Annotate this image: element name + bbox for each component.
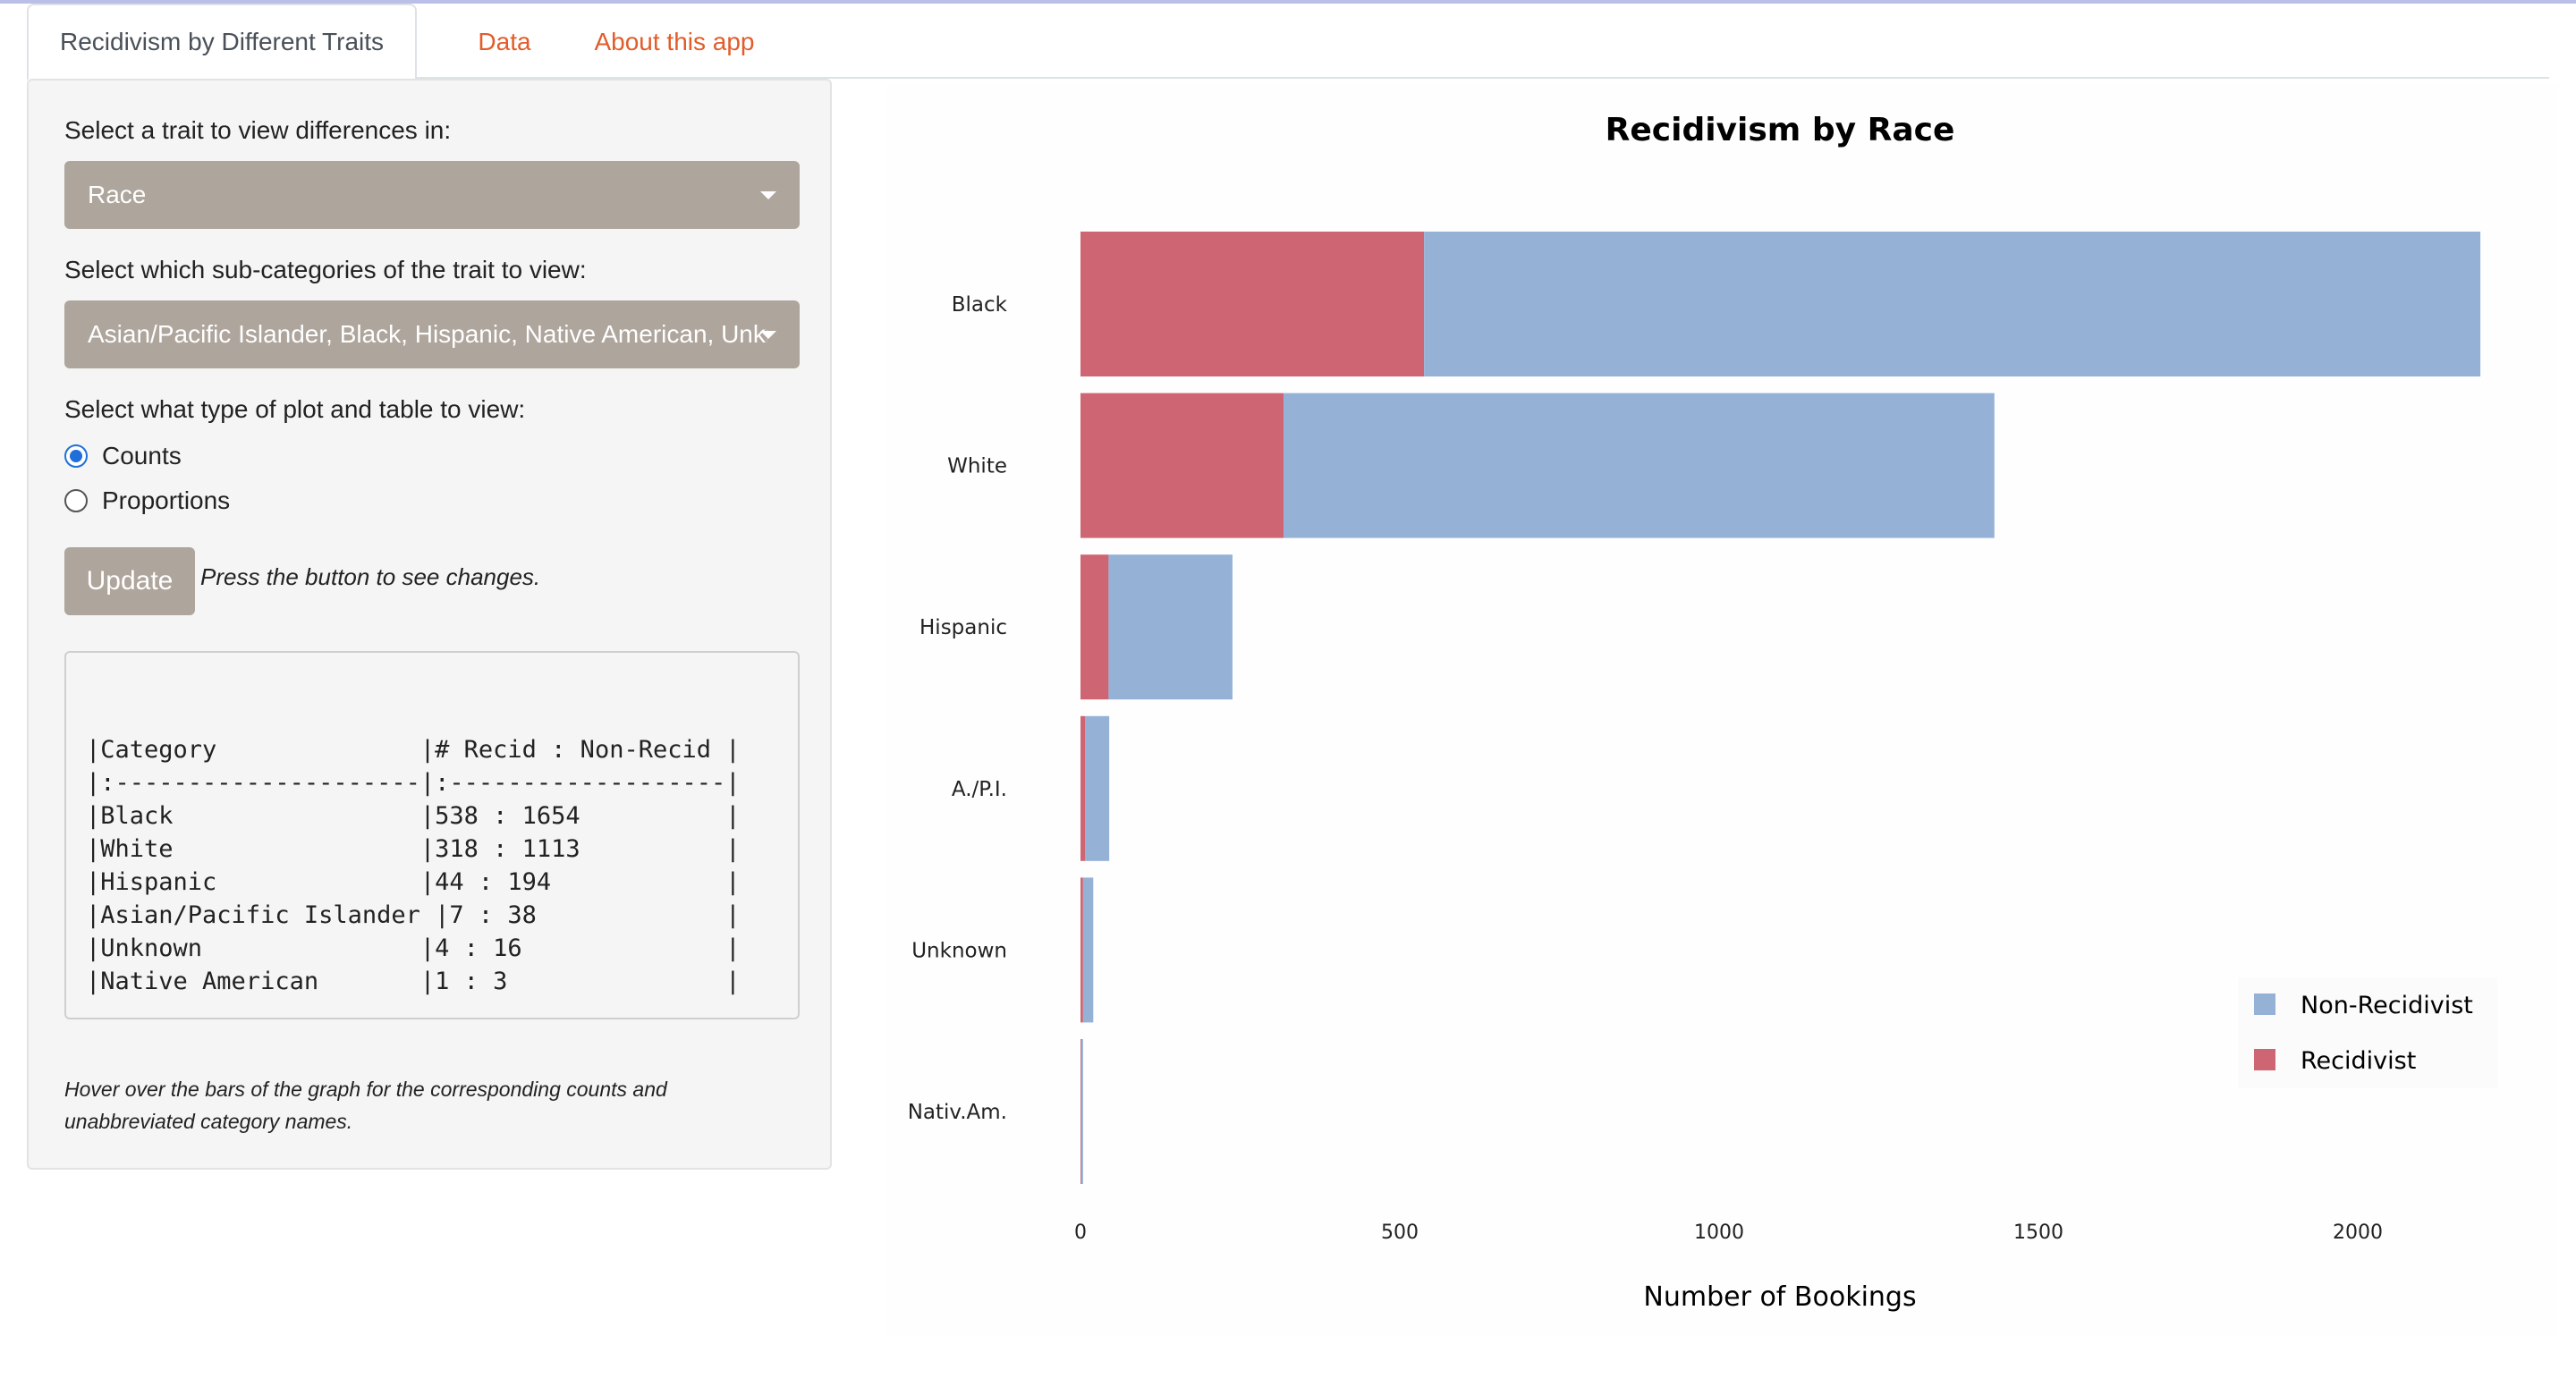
legend-label: Recidivist	[2301, 1047, 2416, 1075]
chart-area: Recidivism by Race Black White Hispanic A./…	[886, 85, 2558, 1337]
radio-proportions-label: Proportions	[102, 486, 231, 514]
x-tick-label: 1000	[1694, 1222, 1744, 1244]
x-tick-label: 1500	[2013, 1222, 2063, 1244]
y-tick-label: Unknown	[911, 939, 1007, 962]
radio-counts[interactable]: Counts	[64, 442, 182, 470]
chevron-down-icon	[760, 331, 776, 339]
sidebar-panel: Select a trait to view differences in: R…	[27, 79, 832, 1170]
legend-swatch	[2254, 1049, 2275, 1070]
legend-label: Non-Recidivist	[2301, 992, 2473, 1019]
chart-title: Recidivism by Race	[1606, 112, 1955, 148]
y-tick-label: Black	[952, 293, 1008, 317]
bar-non-recidivist-black[interactable]	[1424, 232, 2481, 376]
plot-type-label: Select what type of plot and table to vi…	[64, 395, 526, 423]
bar-non-recidivist-api[interactable]	[1084, 715, 1110, 861]
y-tick-label: White	[947, 455, 1007, 478]
radio-proportions-indicator[interactable]	[64, 489, 88, 512]
y-tick-label: Nativ.Am.	[908, 1101, 1007, 1124]
hover-note: Hover over the bars of the graph for the…	[64, 1078, 667, 1133]
summary-table: |Category |# Recid : Non-Recid | |:-----…	[64, 651, 800, 1019]
radio-proportions[interactable]: Proportions	[64, 486, 230, 515]
subcategory-select[interactable]: Asian/Pacific Islander, Black, Hispanic,…	[64, 300, 800, 368]
tab-about[interactable]: About this app	[567, 4, 782, 80]
radio-counts-label: Counts	[102, 442, 182, 469]
x-tick-label: 500	[1381, 1222, 1419, 1244]
legend-swatch	[2254, 993, 2275, 1015]
radio-counts-indicator[interactable]	[64, 444, 88, 468]
bar-non-recidivist-nativam[interactable]	[1080, 1039, 1083, 1184]
trait-select-value: Race	[88, 181, 147, 208]
bar-non-recidivist-white[interactable]	[1284, 393, 1995, 538]
plot-area: Black White Hispanic A./P.I. Unknown Nativ.Am…	[908, 232, 2497, 1244]
bar-recidivist-hispanic[interactable]	[1080, 554, 1109, 700]
bar-recidivist-unknown[interactable]	[1080, 877, 1083, 1023]
y-tick-label: A./P.I.	[952, 778, 1007, 801]
tab-data[interactable]: Data	[442, 4, 567, 80]
chevron-down-icon	[760, 191, 776, 199]
bar-chart: Recidivism by Race Black White Hispanic A./…	[908, 112, 2497, 1313]
trait-select[interactable]: Race	[64, 161, 800, 229]
subcategory-select-value: Asian/Pacific Islander, Black, Hispanic,…	[88, 320, 767, 348]
tab-recidivism-by-traits[interactable]: Recidivism by Different Traits	[27, 4, 417, 80]
bar-recidivist-api[interactable]	[1080, 715, 1085, 861]
x-tick-label: 0	[1074, 1222, 1087, 1244]
x-axis-label: Number of Bookings	[1643, 1281, 1916, 1313]
bar-non-recidivist-unknown[interactable]	[1082, 877, 1094, 1023]
y-tick-label: Hispanic	[919, 616, 1007, 639]
bar-non-recidivist-hispanic[interactable]	[1108, 554, 1233, 700]
tab-bar: Recidivism by Different Traits Data Abou…	[27, 4, 2549, 80]
update-hint: Press the button to see changes.	[200, 563, 541, 590]
x-tick-label: 2000	[2333, 1222, 2383, 1244]
bar-recidivist-black[interactable]	[1080, 232, 1425, 376]
bar-recidivist-white[interactable]	[1080, 393, 1284, 538]
trait-select-label: Select a trait to view differences in:	[64, 116, 452, 144]
subcategory-select-label: Select which sub-categories of the trait…	[64, 256, 587, 283]
update-button[interactable]: Update	[64, 547, 195, 615]
